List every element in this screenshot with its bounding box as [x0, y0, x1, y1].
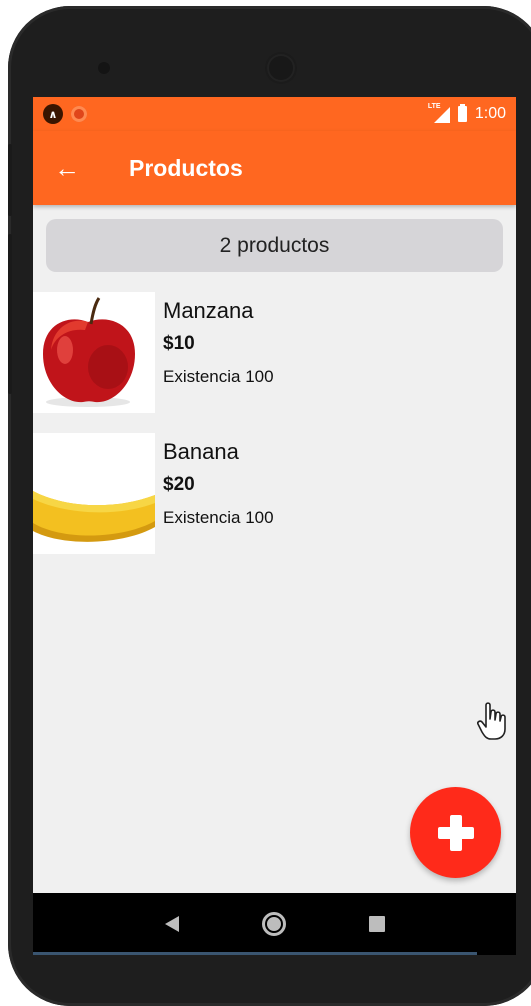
product-list: Manzana $10 Existencia 100 Banana $20 Ex…	[33, 292, 516, 574]
status-bar: ∧ LTE 1:00	[33, 97, 516, 131]
nav-home-icon[interactable]	[261, 912, 286, 936]
product-item-manzana[interactable]: Manzana $10 Existencia 100	[33, 292, 516, 413]
hand-cursor-icon	[477, 702, 506, 740]
expo-icon: ∧	[43, 104, 63, 124]
sensor-dot	[98, 62, 110, 74]
product-count-badge: 2 productos	[46, 219, 503, 272]
nav-recent-apps-icon[interactable]	[368, 916, 385, 932]
product-name: Manzana	[163, 298, 254, 323]
banana-image	[33, 433, 155, 554]
nav-back-icon[interactable]	[164, 916, 179, 932]
front-camera	[267, 54, 295, 82]
product-price: $10	[163, 333, 195, 354]
volume-button	[8, 234, 12, 394]
product-stock: Existencia 100	[163, 508, 274, 527]
add-product-button[interactable]	[410, 787, 501, 878]
android-nav-bar	[33, 893, 516, 955]
product-stock: Existencia 100	[163, 367, 274, 386]
product-price: $20	[163, 474, 195, 495]
apple-image	[33, 292, 155, 413]
lte-signal-icon: LTE	[428, 103, 450, 123]
power-button	[8, 144, 12, 216]
back-button[interactable]: ←	[33, 131, 97, 205]
app-header: ← Productos	[33, 131, 516, 205]
status-time: 1:00	[474, 105, 506, 122]
product-name: Banana	[163, 439, 239, 464]
plus-icon	[437, 814, 474, 851]
arrow-left-icon: ←	[54, 152, 80, 183]
product-item-banana[interactable]: Banana $20 Existencia 100	[33, 433, 516, 554]
bottom-progress-line	[33, 952, 478, 955]
notification-dot-icon	[71, 106, 87, 122]
app-screen: ∧ LTE 1:00 ← Productos 2 productos Manza…	[33, 97, 516, 955]
page-title: Productos	[129, 154, 243, 181]
battery-icon	[457, 104, 467, 122]
